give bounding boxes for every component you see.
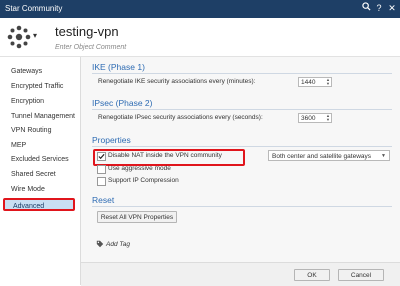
sidebar-item-excluded-services[interactable]: Excluded Services (11, 155, 69, 165)
spinner-icon[interactable]: ▲ ▼ (326, 78, 330, 86)
properties-section-title: Properties (92, 135, 131, 145)
disable-nat-checkbox[interactable] (97, 152, 106, 161)
object-name[interactable]: testing-vpn (55, 24, 119, 39)
dialog-footer: OK Cancel (81, 262, 400, 286)
chevron-down-icon: ▼ (381, 153, 386, 159)
sidebar-item-advanced[interactable]: Advanced (3, 198, 75, 211)
sidebar-item-tunnel-management[interactable]: Tunnel Management (11, 112, 75, 122)
sidebar-item-shared-secret[interactable]: Shared Secret (11, 170, 56, 180)
help-icon[interactable]: ? (373, 2, 385, 15)
ike-lifetime-value: 1440 (301, 79, 316, 86)
sidebar-item-gateways[interactable]: Gateways (11, 67, 42, 77)
ike-lifetime-label: Renegotiate IKE security associations ev… (98, 78, 256, 85)
sidebar-item-vpn-routing[interactable]: VPN Routing (11, 126, 51, 136)
aggressive-mode-checkbox[interactable] (97, 165, 106, 174)
comment-field[interactable]: Enter Object Comment (55, 44, 126, 51)
ipsec-section-title: IPsec (Phase 2) (92, 98, 153, 108)
main-panel: IKE (Phase 1) Renegotiate IKE security a… (81, 57, 400, 285)
tag-icon (96, 240, 104, 248)
title-bar: Star Community ? ✕ (0, 0, 400, 18)
sidebar: Gateways Encrypted Traffic Encryption Tu… (0, 57, 81, 285)
ike-lifetime-input[interactable]: 1440 ▲ ▼ (298, 77, 332, 87)
star-community-icon (7, 25, 31, 49)
object-header: ▾ testing-vpn Enter Object Comment (0, 18, 400, 57)
nat-scope-dropdown[interactable]: Both center and satellite gateways ▼ (268, 150, 390, 161)
ipsec-lifetime-label: Renegotiate IPsec security associations … (98, 114, 263, 121)
sidebar-item-encrypted-traffic[interactable]: Encrypted Traffic (11, 82, 63, 92)
window-title: Star Community (5, 4, 63, 13)
nat-scope-value: Both center and satellite gateways (272, 153, 372, 160)
ike-section-title: IKE (Phase 1) (92, 62, 145, 72)
caret-down-icon[interactable]: ▾ (33, 31, 37, 40)
spinner-icon[interactable]: ▲ ▼ (326, 114, 330, 122)
sidebar-item-wire-mode[interactable]: Wire Mode (11, 185, 45, 195)
ipsec-lifetime-input[interactable]: 3600 ▲ ▼ (298, 113, 332, 123)
aggressive-mode-label: Use aggressive mode (108, 165, 171, 172)
ip-compression-checkbox[interactable] (97, 177, 106, 186)
checkmark-icon (98, 153, 105, 160)
ipsec-divider (92, 109, 392, 110)
add-tag-link[interactable]: Add Tag (106, 241, 130, 248)
reset-divider (92, 206, 392, 207)
sidebar-item-encryption[interactable]: Encryption (11, 97, 44, 107)
sidebar-item-mep[interactable]: MEP (11, 141, 26, 151)
disable-nat-label: Disable NAT inside the VPN community (108, 152, 222, 159)
reset-vpn-properties-button[interactable]: Reset All VPN Properties (97, 211, 177, 223)
properties-divider (92, 146, 392, 147)
search-icon[interactable] (360, 2, 372, 15)
cancel-button[interactable]: Cancel (338, 269, 384, 281)
ipsec-lifetime-value: 3600 (301, 115, 316, 122)
ok-button[interactable]: OK (294, 269, 330, 281)
reset-section-title: Reset (92, 195, 115, 205)
ike-divider (92, 73, 392, 74)
close-icon[interactable]: ✕ (386, 2, 398, 15)
ip-compression-label: Support IP Compression (108, 177, 179, 184)
